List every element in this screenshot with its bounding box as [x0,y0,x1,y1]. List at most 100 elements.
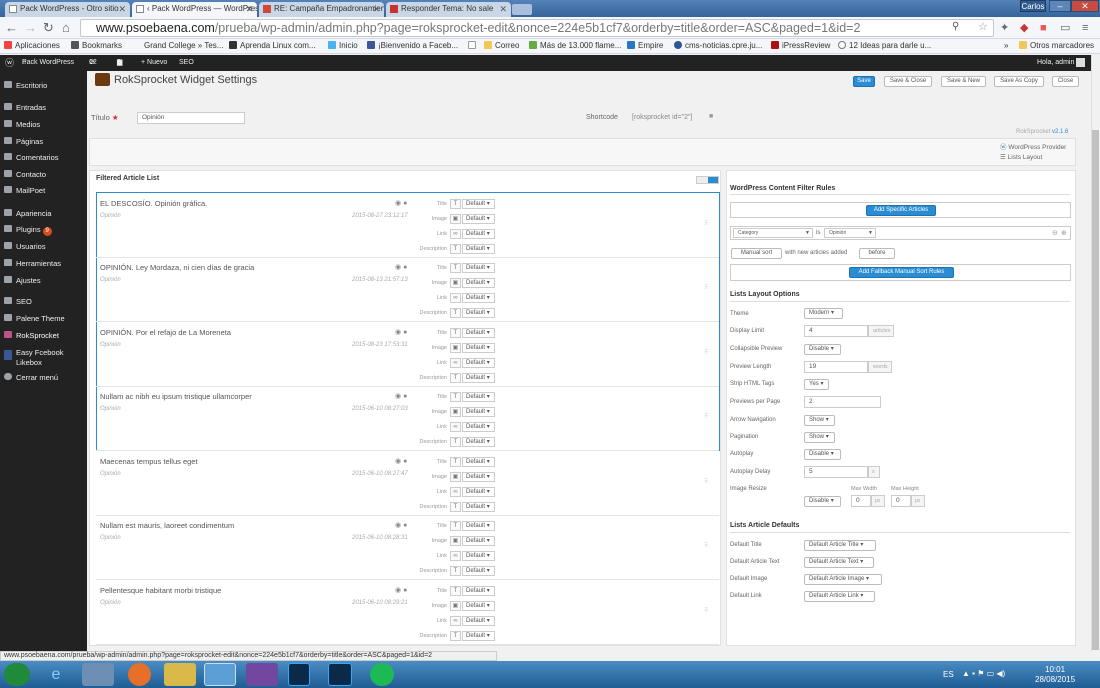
add-rule-icon[interactable]: ⊕ [1061,229,1067,237]
default-image-select[interactable]: Default Article Image ▾ [804,574,882,585]
autoplay-select[interactable]: Disable ▾ [804,449,841,460]
autoplay-delay-input[interactable]: 5 [804,466,868,478]
bookmark-item[interactable]: cms-noticias.cpre.ju... [674,39,762,53]
image-icon[interactable]: ▣ [450,407,461,417]
menu-item-easy-facebook[interactable]: Easy Fcebook Likebox [4,348,84,368]
menu-item-roksprocket[interactable]: RokSprocket [4,331,59,341]
article-row[interactable]: Nullam ac nibh eu ipsum tristique ullamc… [96,387,719,451]
field-default-select[interactable]: Default ▾ [462,487,495,497]
info-icon[interactable]: ● [403,587,407,594]
preview-icon[interactable]: ◉ [395,458,401,465]
article-title[interactable]: OPINIÓN. Ley Mordaza, ni cien días de gr… [100,263,254,272]
info-icon[interactable]: ● [403,458,407,465]
extension-icon[interactable]: ■ [1040,19,1047,37]
theme-select[interactable]: Modern ▾ [804,308,843,319]
bookmark-folder[interactable]: Correo [484,39,519,53]
article-title[interactable]: OPINIÓN. Por el refajo de La Moreneta [100,328,231,337]
article-row[interactable]: Maecenas tempus tellus eget Opinión 2015-0… [96,452,719,516]
drag-handle-icon[interactable]: ⠿ [704,349,712,361]
layout-selector[interactable]: ☰ Lists Layout [1000,153,1042,162]
language-indicator[interactable]: ES [943,670,954,679]
scrollbar-thumb[interactable] [1092,130,1099,650]
bookmark-item[interactable]: Empire [627,39,663,53]
new-tab-button[interactable] [512,4,532,15]
list-view-icon[interactable] [708,177,718,183]
cast-icon[interactable]: ▭ [1060,19,1070,37]
display-limit-input[interactable]: 4 [804,325,868,337]
field-default-select[interactable]: Default ▾ [462,373,495,383]
photoshop-icon[interactable] [288,663,310,686]
close-button[interactable]: Close [1052,76,1079,87]
link-icon[interactable]: ∞ [450,616,461,626]
info-icon[interactable]: ● [403,329,407,336]
home-icon[interactable]: ⌂ [62,19,70,37]
article-title[interactable]: Pellentesque habitant morbi tristique [100,586,221,595]
save-as-copy-button[interactable]: Save As Copy [994,76,1044,87]
menu-item-seo[interactable]: SEO [4,297,32,307]
menu-icon[interactable]: ≡ [1082,19,1088,37]
menu-item-paginas[interactable]: Páginas [4,137,43,147]
article-row[interactable]: OPINIÓN. Por el refajo de La Moreneta Opi… [96,323,719,387]
max-height-input[interactable]: 0 [891,495,911,507]
field-default-select[interactable]: Default ▾ [462,616,495,626]
field-default-select[interactable]: Default ▾ [462,472,495,482]
filter-field-select[interactable]: Category ▼ [733,228,813,238]
chrome-icon[interactable] [204,663,236,686]
close-tab-icon[interactable]: ✕ [372,2,380,16]
article-row[interactable]: Pellentesque habitant morbi tristique Opi… [96,581,719,645]
field-default-select[interactable]: Default ▾ [462,422,495,432]
text-icon[interactable]: T [450,521,461,531]
browser-tab-active[interactable]: ‹ Pack WordPress — WordPress ✕ [132,2,257,17]
search-icon[interactable]: ⚲ [952,21,959,32]
shortcode-value[interactable]: [roksprocket id="2"] [632,113,692,122]
drag-handle-icon[interactable]: ⠿ [704,284,712,296]
field-default-select[interactable]: Default ▾ [462,566,495,576]
link-icon[interactable]: ∞ [450,422,461,432]
bookmark-item[interactable]: Inicio [328,39,358,53]
save-new-button[interactable]: Save & New [941,76,986,87]
text-icon[interactable]: T [450,457,461,467]
preview-icon[interactable]: ◉ [395,393,401,400]
bookmark-item[interactable]: Bookmarks [71,39,122,53]
browser-tab[interactable]: Pack WordPress - Otro sitio ✕ [5,2,130,17]
text-icon[interactable]: T [450,437,461,447]
close-tab-icon[interactable]: ✕ [245,2,253,16]
media-player-icon[interactable] [246,663,278,686]
field-default-select[interactable]: Default ▾ [462,328,495,338]
collapse-menu[interactable]: Cerrar menú [4,373,58,383]
menu-item-apariencia[interactable]: Apariencia [4,209,51,219]
text-icon[interactable]: T [450,631,461,641]
info-icon[interactable]: ● [403,522,407,529]
browser-user-badge[interactable]: Carlos [1020,0,1046,12]
menu-item-comentarios[interactable]: Comentarios [4,153,59,163]
link-icon[interactable]: ∞ [450,358,461,368]
reload-icon[interactable]: ↻ [43,19,54,37]
remove-rule-icon[interactable]: ⊖ [1052,229,1058,237]
save-button[interactable]: Save [853,76,875,87]
info-icon[interactable]: ● [403,200,407,207]
firefox-icon[interactable] [128,663,151,686]
internet-explorer-icon[interactable]: e [40,663,72,686]
menu-item-escritorio[interactable]: Escritorio [4,81,47,91]
bookmark-item[interactable]: Grand College » Tes... [144,39,223,53]
preview-icon[interactable]: ◉ [395,522,401,529]
article-title[interactable]: Nullam est mauris, laoreet condimentum [100,521,234,530]
bookmarks-overflow[interactable]: » [1004,39,1008,53]
minimize-icon[interactable]: – [1049,0,1071,12]
text-icon[interactable]: T [450,328,461,338]
preview-icon[interactable]: ◉ [395,329,401,336]
article-row[interactable]: EL DESCOSÍO. Opinión gráfica. Opinión 2015… [96,194,719,258]
menu-item-contacto[interactable]: Contacto [4,170,46,180]
drag-handle-icon[interactable]: ⠿ [704,220,712,232]
image-icon[interactable]: ▣ [450,601,461,611]
extension-icon[interactable]: ◆ [1020,19,1028,37]
link-icon[interactable]: ∞ [450,487,461,497]
forward-icon[interactable]: → [24,19,37,37]
default-text-select[interactable]: Default Article Text ▾ [804,557,874,568]
link-icon[interactable]: ∞ [450,551,461,561]
new-content-link[interactable]: + Nuevo [141,55,167,71]
text-icon[interactable]: T [450,502,461,512]
field-default-select[interactable]: Default ▾ [462,586,495,596]
close-tab-icon[interactable]: ✕ [499,2,507,16]
menu-item-herramientas[interactable]: Herramientas [4,259,61,269]
